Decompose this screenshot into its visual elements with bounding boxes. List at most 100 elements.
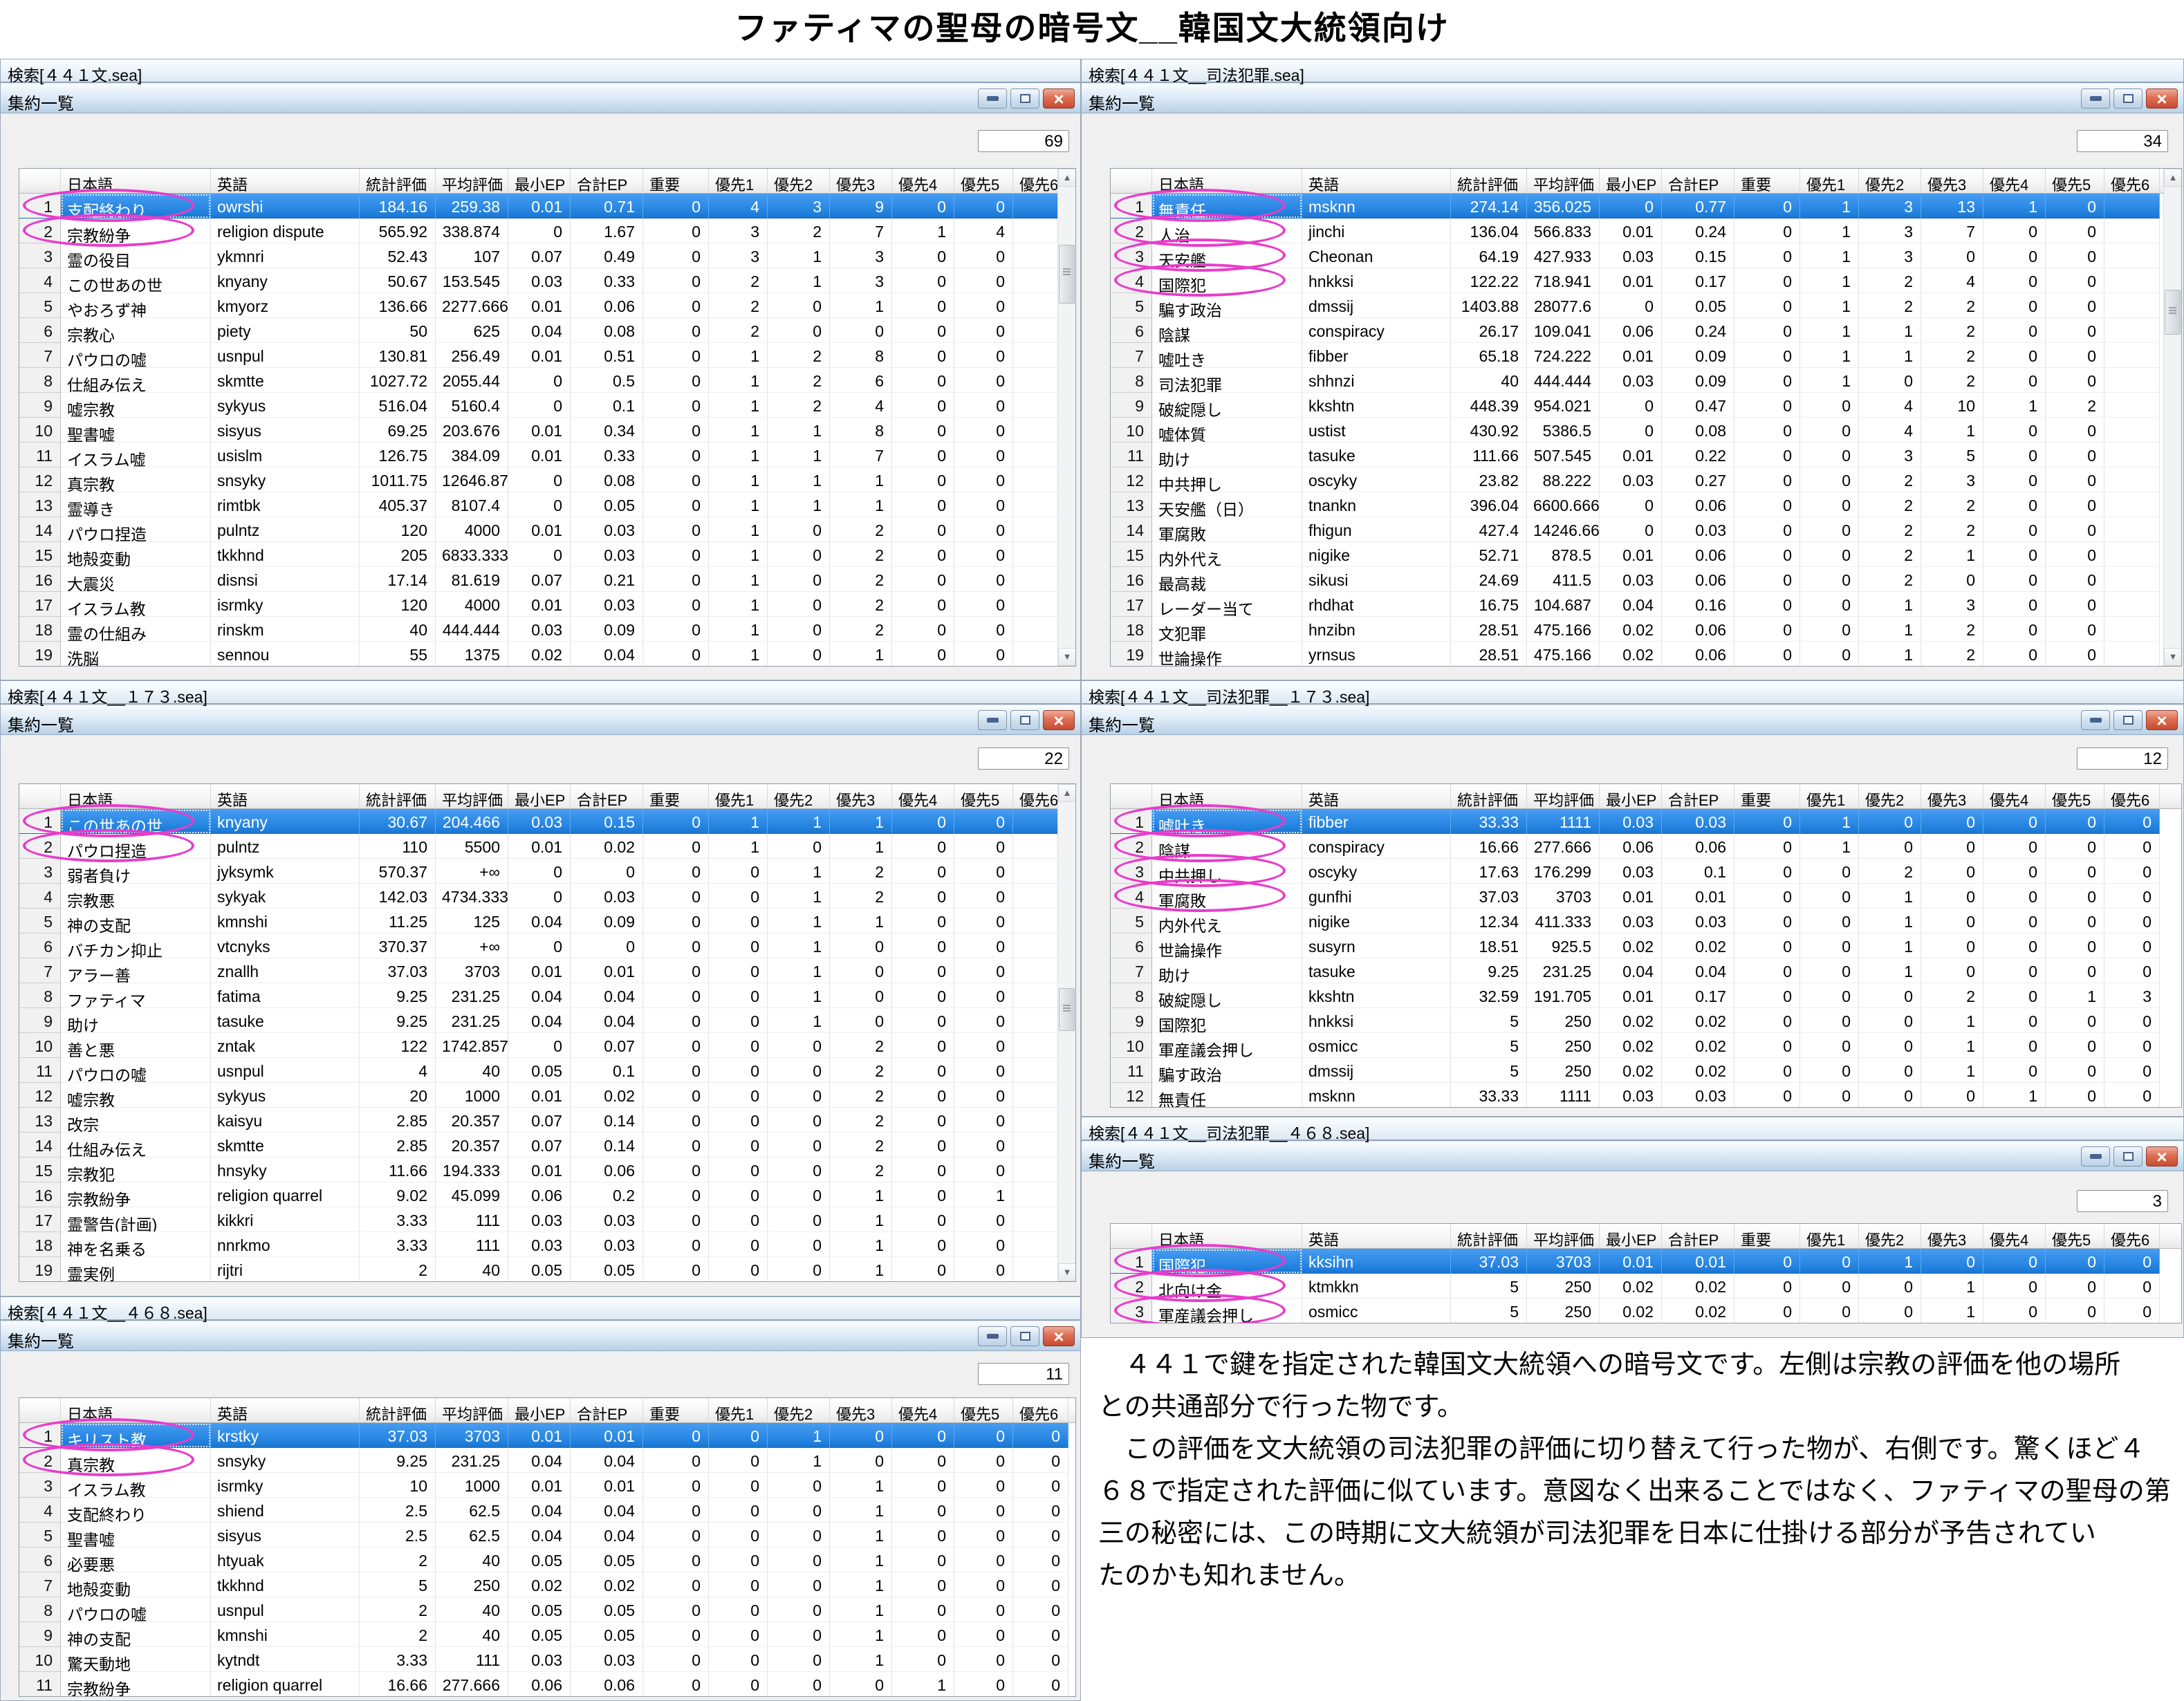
column-header[interactable]: 優先1	[1800, 1224, 1859, 1248]
column-header[interactable]: 平均評価	[436, 784, 508, 808]
row-number-cell[interactable]: 4	[19, 1498, 61, 1523]
row-number-cell[interactable]: 6	[19, 318, 61, 343]
column-header[interactable]: 優先1	[1800, 784, 1859, 808]
row-number-cell[interactable]: 16	[1111, 567, 1152, 592]
table-row[interactable]: 1この世あの世knyany30.67204.4660.030.15011100	[19, 809, 1075, 834]
row-number-cell[interactable]: 10	[19, 418, 61, 443]
row-number-cell[interactable]: 12	[19, 467, 61, 492]
column-header[interactable]: 平均評価	[1527, 169, 1600, 193]
column-header[interactable]: 優先4	[892, 169, 954, 193]
row-number-cell[interactable]: 5	[1111, 909, 1152, 933]
table-row[interactable]: 3中共押しoscyky17.63176.2990.030.10020000	[1111, 859, 2181, 884]
table-row[interactable]: 6必要悪htyuak2400.050.050001000	[19, 1547, 1075, 1572]
column-header[interactable]: 平均評価	[1527, 784, 1600, 808]
table-row[interactable]: 9破綻隠しkkshtn448.39954.02100.470041012	[1111, 393, 2181, 418]
minimize-button[interactable]	[2081, 89, 2110, 109]
row-number-cell[interactable]: 3	[19, 243, 61, 268]
table-row[interactable]: 11イスラム嘘usislm126.75384.090.010.33011700	[19, 443, 1075, 467]
row-number-cell[interactable]: 11	[19, 1672, 61, 1697]
row-number-cell[interactable]: 1	[19, 1423, 61, 1448]
row-number-cell[interactable]: 3	[1111, 243, 1152, 268]
window-title-bar[interactable]: 検索[４４１文__司法犯罪.sea]	[1082, 59, 2183, 83]
row-number-cell[interactable]: 8	[19, 368, 61, 393]
table-row[interactable]: 7パウロの嘘usnpul130.81256.490.010.51012800	[19, 343, 1075, 368]
row-number-cell[interactable]: 11	[19, 1058, 61, 1083]
row-number-cell[interactable]: 6	[19, 933, 61, 958]
row-number-cell[interactable]: 7	[1111, 958, 1152, 983]
table-row[interactable]: 3軍産議会押しosmicc52500.020.020001000	[1111, 1299, 2181, 1323]
table-row[interactable]: 3霊の役目ykmnri52.431070.070.49031300	[19, 243, 1075, 268]
window-title-bar[interactable]: 検索[４４１文__１７３.sea]	[1, 681, 1080, 705]
column-header[interactable]	[1111, 1224, 1152, 1248]
table-row[interactable]: 17イスラム教isrmky12040000.010.03010200	[19, 592, 1075, 617]
column-header[interactable]: 優先5	[954, 784, 1013, 808]
row-number-cell[interactable]: 4	[1111, 268, 1152, 293]
table-row[interactable]: 10驚天動地kytndt3.331110.030.030001000	[19, 1647, 1075, 1672]
table-row[interactable]: 1嘘吐きfibber33.3311110.030.030100000	[1111, 809, 2181, 834]
table-row[interactable]: 14パウロ捏造pulntz12040000.010.03010200	[19, 517, 1075, 542]
table-row[interactable]: 18霊の仕組みrinskm40444.4440.030.09010200	[19, 617, 1075, 642]
column-header[interactable]: 統計評価	[360, 169, 436, 193]
caption-bar[interactable]: 集約一覧 ×	[1, 84, 1080, 113]
column-header[interactable]: 優先3	[1921, 1224, 1983, 1248]
minimize-button[interactable]	[978, 89, 1007, 109]
row-number-cell[interactable]: 8	[19, 1597, 61, 1622]
column-header[interactable]: 優先6	[2104, 1224, 2160, 1248]
row-number-cell[interactable]: 7	[19, 1572, 61, 1597]
column-header[interactable]: 優先6	[2104, 169, 2160, 193]
table-row[interactable]: 6バチカン抑止vtcnyks370.37+∞00001000	[19, 933, 1075, 958]
table-row[interactable]: 11騙す政治dmssij52500.020.020001000	[1111, 1058, 2181, 1083]
column-header[interactable]: 重要	[1734, 169, 1800, 193]
row-number-cell[interactable]: 3	[19, 859, 61, 884]
column-header[interactable]: 統計評価	[1451, 784, 1527, 808]
row-number-cell[interactable]: 16	[19, 567, 61, 592]
row-number-cell[interactable]: 15	[1111, 542, 1152, 567]
row-number-cell[interactable]: 12	[1111, 467, 1152, 492]
row-number-cell[interactable]: 9	[19, 1008, 61, 1033]
column-header[interactable]: 優先3	[830, 169, 892, 193]
column-header[interactable]: 優先5	[2046, 169, 2104, 193]
column-header[interactable]: 平均評価	[1527, 1224, 1600, 1248]
column-header[interactable]: 合計EP	[571, 169, 643, 193]
row-number-cell[interactable]: 9	[1111, 1008, 1152, 1033]
column-header[interactable]: 平均評価	[436, 169, 508, 193]
row-number-cell[interactable]: 13	[1111, 492, 1152, 517]
column-header[interactable]: 優先2	[1859, 169, 1921, 193]
column-header[interactable]: 平均評価	[436, 1398, 508, 1422]
table-row[interactable]: 8パウロの嘘usnpul2400.050.050001000	[19, 1597, 1075, 1622]
column-header[interactable]: 優先4	[892, 784, 954, 808]
row-number-cell[interactable]: 2	[1111, 219, 1152, 243]
column-header[interactable]	[19, 169, 61, 193]
row-number-cell[interactable]: 2	[19, 1448, 61, 1473]
table-row[interactable]: 15地殻変動tkkhnd2056833.33300.03010200	[19, 542, 1075, 567]
restore-button[interactable]	[1010, 89, 1039, 109]
row-number-cell[interactable]: 7	[19, 343, 61, 368]
row-number-cell[interactable]: 18	[19, 1232, 61, 1257]
column-header[interactable]: 統計評価	[360, 784, 436, 808]
table-row[interactable]: 9国際犯hnkksi52500.020.020001000	[1111, 1008, 2181, 1033]
column-header[interactable]: 優先1	[709, 1398, 768, 1422]
scroll-up-icon[interactable]: ▲	[1058, 169, 1076, 187]
row-number-cell[interactable]: 10	[1111, 418, 1152, 443]
column-header[interactable]: 優先3	[830, 1398, 892, 1422]
table-row[interactable]: 4支配終わりshiend2.562.50.040.040001000	[19, 1498, 1075, 1523]
minimize-button[interactable]	[2081, 710, 2110, 730]
row-number-cell[interactable]: 19	[1111, 642, 1152, 667]
table-row[interactable]: 6陰謀conspiracy26.17109.0410.060.24011200	[1111, 318, 2181, 343]
table-row[interactable]: 3イスラム教isrmky1010000.010.010001000	[19, 1473, 1075, 1498]
row-number-cell[interactable]: 18	[1111, 617, 1152, 642]
row-number-cell[interactable]: 5	[1111, 293, 1152, 318]
result-count-field[interactable]: 3	[2077, 1190, 2168, 1212]
table-row[interactable]: 2北向け金ktmkkn52500.020.020001000	[1111, 1274, 2181, 1299]
column-header[interactable]: 日本語	[1152, 1224, 1302, 1248]
table-row[interactable]: 5聖書嘘sisyus2.562.50.040.040001000	[19, 1523, 1075, 1547]
column-header[interactable]: 優先4	[892, 1398, 954, 1422]
table-row[interactable]: 15宗教犯hnsyky11.66194.3330.010.06000200	[19, 1158, 1075, 1182]
row-number-cell[interactable]: 5	[19, 293, 61, 318]
row-number-cell[interactable]: 14	[19, 517, 61, 542]
column-header[interactable]: 優先6	[1013, 1398, 1068, 1422]
column-header[interactable]: 重要	[643, 169, 709, 193]
column-header[interactable]: 優先2	[768, 1398, 830, 1422]
table-row[interactable]: 15内外代えnigike52.71878.50.010.06002100	[1111, 542, 2181, 567]
row-number-cell[interactable]: 2	[1111, 834, 1152, 859]
